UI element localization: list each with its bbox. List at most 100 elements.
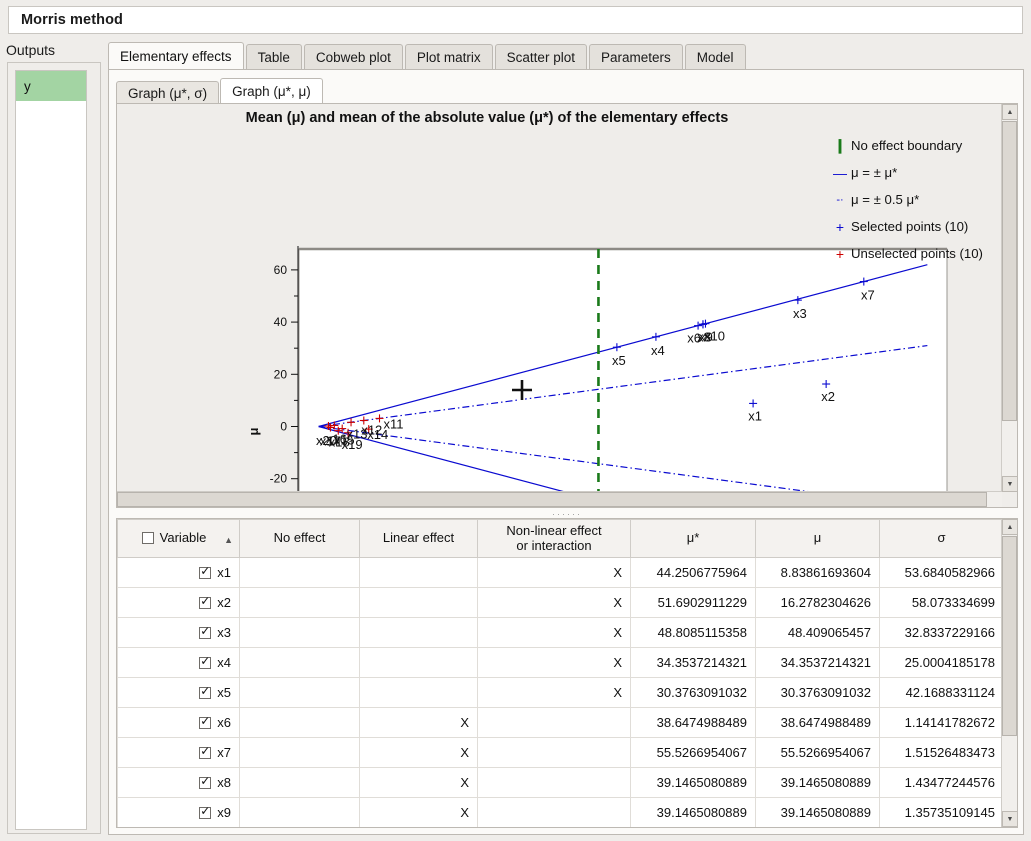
table-scroll-up-arrow-icon[interactable]: ▲ [1002,519,1018,535]
cell-mustar: 55.5266954067 [631,738,756,768]
column-label: μ* [687,530,700,545]
cell-mu: 16.2782304626 [756,588,880,618]
legend-label: μ = ± μ* [851,165,897,180]
row-checkbox[interactable] [199,597,211,609]
tab-plot-matrix[interactable]: Plot matrix [405,44,493,70]
legend-label: μ = ± 0.5 μ* [851,192,919,207]
cell-linear-effect [360,588,478,618]
row-checkbox[interactable] [199,717,211,729]
tab-label: Graph (μ*, σ) [128,86,207,101]
cell-variable[interactable]: x8 [118,768,240,798]
column-label-line2: or interaction [516,538,591,553]
point-label-x10: x10 [704,329,725,344]
table-row[interactable]: x4X34.353721432134.353721432125.00041851… [118,648,1004,678]
cell-sigma: 1.14141782672 [880,708,1004,738]
output-item-y[interactable]: y [16,71,86,101]
tab-graph-mustar-sigma[interactable]: Graph (μ*, σ) [116,81,219,104]
window-title-bar: Morris method [8,6,1023,34]
cell-no-effect [240,558,360,588]
cell-linear-effect: X [360,768,478,798]
table-row[interactable]: x8X39.146508088939.14650808891.434772445… [118,768,1004,798]
outputs-list[interactable]: y [15,70,87,830]
column-header-mustar[interactable]: μ* [631,520,756,558]
dashdot-line-icon: ‐· [829,194,851,206]
table-row[interactable]: x2X51.690291122916.278230462658.07333469… [118,588,1004,618]
column-header-nonlinear-effect[interactable]: Non-linear effect or interaction [478,520,631,558]
graph-vertical-scrollbar[interactable]: ▲ ▼ [1001,104,1017,492]
tab-scatter-plot[interactable]: Scatter plot [495,44,587,70]
variable-label: x6 [217,715,231,730]
tab-graph-mustar-mu[interactable]: Graph (μ*, μ) [220,78,323,104]
tab-elementary-effects[interactable]: Elementary effects [108,42,244,70]
column-label-line1: Non-linear effect [506,523,601,538]
sort-ascending-icon[interactable]: ▲ [224,535,233,545]
legend-item-mu-eq-half-mustar: ‐· μ = ± 0.5 μ* [829,186,997,213]
point-label-x20: x20 [316,433,337,448]
column-header-linear-effect[interactable]: Linear effect [360,520,478,558]
row-checkbox[interactable] [199,777,211,789]
chart-legend: ❙ No effect boundary — μ = ± μ* ‐· μ = ±… [829,132,997,267]
tab-parameters[interactable]: Parameters [589,44,683,70]
table-row[interactable]: x9X39.146508088939.14650808891.357351091… [118,798,1004,828]
row-checkbox[interactable] [199,747,211,759]
cell-variable[interactable]: x7 [118,738,240,768]
scroll-down-arrow-icon[interactable]: ▼ [1002,476,1018,492]
column-label: Linear effect [383,530,454,545]
cell-sigma: 58.073334699 [880,588,1004,618]
column-header-variable[interactable]: Variable ▲ [118,520,240,558]
y-tick-label: 40 [274,315,288,329]
table-vertical-scrollbar[interactable]: ▲ ▼ [1001,519,1017,827]
cell-variable[interactable]: x4 [118,648,240,678]
cell-no-effect [240,798,360,828]
cell-variable[interactable]: x3 [118,618,240,648]
cell-sigma: 32.8337229166 [880,618,1004,648]
cell-nonlinear-effect [478,798,631,828]
column-header-mu[interactable]: μ [756,520,880,558]
table-vscroll-thumb[interactable] [1002,536,1017,736]
cell-no-effect [240,648,360,678]
column-header-sigma[interactable]: σ [880,520,1004,558]
row-checkbox[interactable] [199,567,211,579]
output-item-label: y [24,79,31,94]
table-row[interactable]: x1X44.25067759648.8386169360453.68405829… [118,558,1004,588]
tab-table[interactable]: Table [246,44,302,70]
column-label: No effect [274,530,326,545]
table-row[interactable]: x6X38.647498848938.64749884891.141417826… [118,708,1004,738]
graph-hscroll-thumb[interactable] [117,492,987,507]
tab-model[interactable]: Model [685,44,746,70]
cell-linear-effect: X [360,738,478,768]
cell-no-effect [240,708,360,738]
cell-linear-effect [360,618,478,648]
variable-label: x7 [217,745,231,760]
cell-variable[interactable]: x1 [118,558,240,588]
cell-sigma: 1.35735109145 [880,798,1004,828]
cell-linear-effect: X [360,798,478,828]
cell-nonlinear-effect: X [478,558,631,588]
cell-variable[interactable]: x5 [118,678,240,708]
row-checkbox[interactable] [199,657,211,669]
cell-nonlinear-effect [478,738,631,768]
graph-vscroll-thumb[interactable] [1002,121,1017,421]
column-header-no-effect[interactable]: No effect [240,520,360,558]
table-row[interactable]: x5X30.376309103230.376309103242.16883311… [118,678,1004,708]
select-all-checkbox[interactable] [142,532,154,544]
table-scroll-down-arrow-icon[interactable]: ▼ [1002,811,1018,827]
row-checkbox[interactable] [199,687,211,699]
graph-horizontal-scrollbar[interactable] [117,491,1002,507]
row-checkbox[interactable] [199,627,211,639]
row-checkbox[interactable] [199,807,211,819]
cell-sigma: 25.0004185178 [880,648,1004,678]
table-row[interactable]: x3X48.808511535848.40906545732.833722916… [118,618,1004,648]
cell-nonlinear-effect: X [478,588,631,618]
table-row[interactable]: x7X55.526695406755.52669540671.515264834… [118,738,1004,768]
graph-table-splitter[interactable]: ······ [116,510,1018,518]
cell-variable[interactable]: x2 [118,588,240,618]
tab-cobweb-plot[interactable]: Cobweb plot [304,44,403,70]
graph-canvas[interactable]: Mean (μ) and mean of the absolute value … [117,104,1002,492]
cell-variable[interactable]: x9 [118,798,240,828]
elementary-effects-table[interactable]: Variable ▲ No effect Linear effect Non-l… [116,518,1018,828]
outputs-label: Outputs [6,42,55,58]
scroll-up-arrow-icon[interactable]: ▲ [1002,104,1018,120]
legend-label: Selected points (10) [851,219,968,234]
cell-variable[interactable]: x6 [118,708,240,738]
